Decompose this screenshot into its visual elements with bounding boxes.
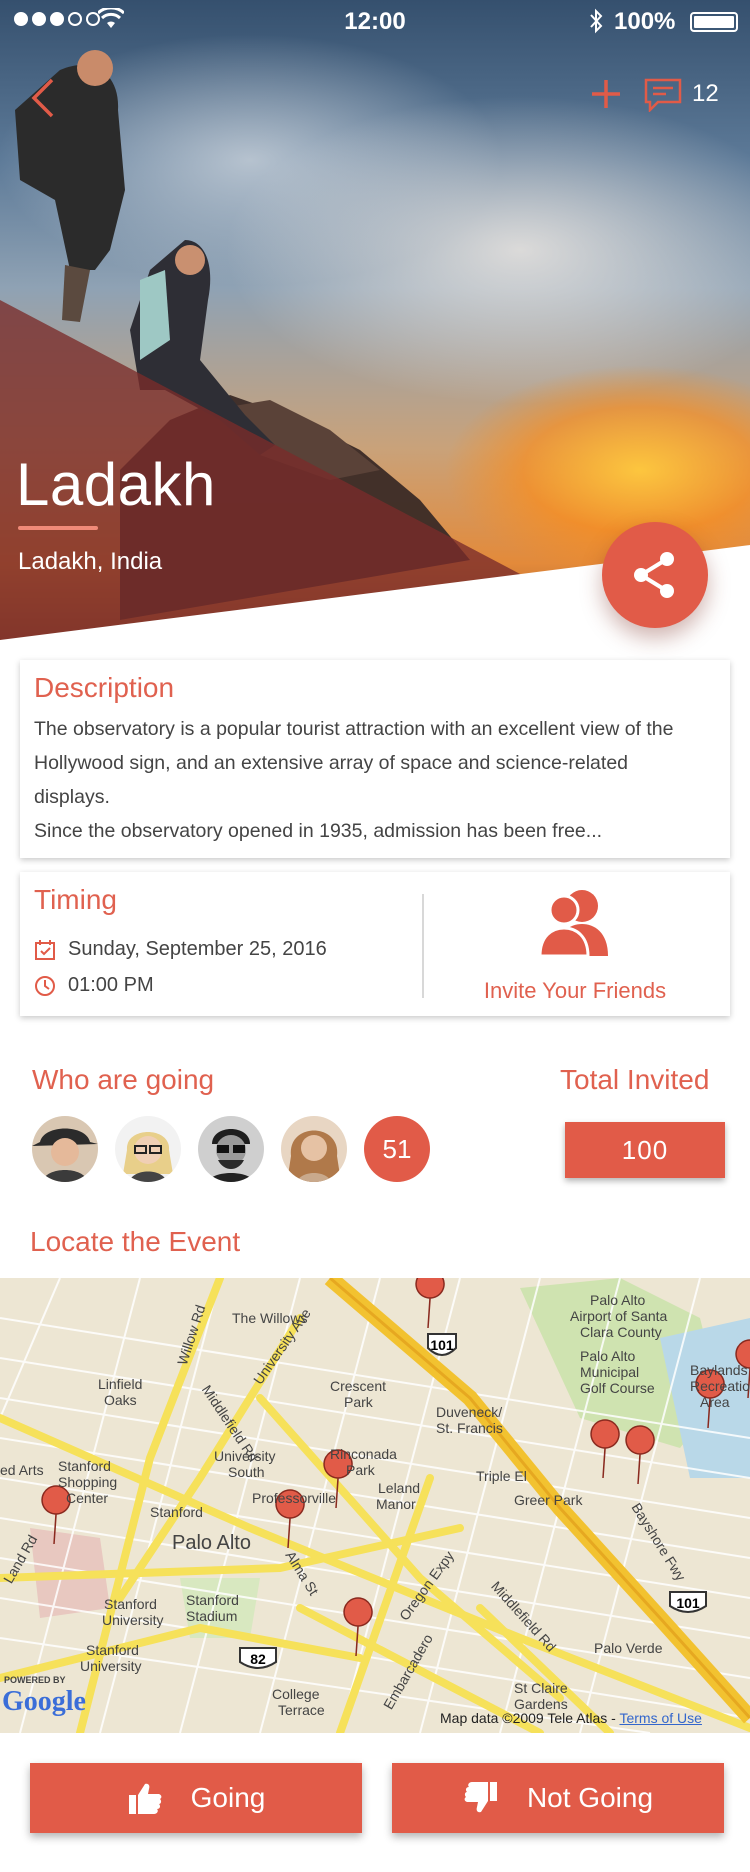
back-arrow-icon[interactable] [28,76,58,120]
divider [422,894,424,998]
thumbs-up-icon [128,1783,162,1814]
map-label: Shopping [58,1474,118,1490]
map-label: Golf Course [580,1380,655,1396]
map-credit: Map data ©2009 Tele Atlas - Terms of Use [440,1710,702,1726]
avatar[interactable] [198,1116,264,1182]
map-label: Airport of Santa [570,1308,668,1324]
event-map[interactable]: 101 82 101 Palo Alto Airport of Santa Cl… [0,1278,750,1733]
description-text: The observatory is a popular tourist att… [34,712,716,848]
clock-icon [35,975,55,996]
description-line: Hollywood sign, and an extensive array o… [34,752,629,774]
invite-friends-button[interactable]: Invite Your Friends [440,882,710,1006]
avatar[interactable] [115,1116,181,1182]
highway-shield: 101 [676,1595,700,1611]
map-label: Triple El [476,1468,527,1484]
map-label: Palo Alto [580,1348,636,1364]
description-line: The observatory is a popular tourist att… [34,718,674,740]
going-label: Going [190,1782,266,1813]
powered-by-label: POWERED BY [4,1675,66,1685]
google-logo: Google [2,1686,86,1718]
map-label: Crescent [330,1378,387,1394]
highway-shield: 82 [250,1651,266,1667]
map-label: Oaks [104,1392,137,1408]
battery-icon [690,12,738,32]
invite-friends-label: Invite Your Friends [483,978,667,1003]
map-label: Palo Alto [590,1292,646,1308]
timing-date: Sunday, September 25, 2016 [68,938,327,960]
map-label: Leland [378,1480,421,1496]
map-label: Stanford [150,1504,203,1520]
description-title: Description [34,672,175,703]
map-label: Center [66,1490,109,1506]
description-line: displays. [34,786,110,808]
going-button[interactable]: Going [30,1763,362,1833]
map-label: Terrace [278,1702,325,1718]
title-underline [18,526,98,530]
going-count-badge[interactable]: 51 [364,1116,430,1182]
not-going-button[interactable]: Not Going [392,1763,724,1833]
map-label: Area [700,1394,730,1410]
battery-percentage: 100% [614,8,676,35]
map-label: Rinconada [330,1446,397,1462]
map-label: Park [346,1462,375,1478]
status-bar: 12:00 100% [0,0,750,42]
total-invited-button[interactable]: 100 [565,1122,725,1178]
who-going-title: Who are going [32,1064,215,1095]
timing-title: Timing [34,884,117,915]
add-icon[interactable] [590,78,622,110]
group-icon [538,890,608,958]
map-credit-text: Map data ©2009 Tele Atlas - [440,1710,620,1726]
share-button[interactable] [602,522,708,628]
timing-date-row: Sunday, September 25, 2016 [34,938,327,961]
map-label: Manor [376,1496,416,1512]
map-label: Stanford [104,1596,157,1612]
map-label: Duveneck/ [436,1404,503,1420]
timing-card: Timing Sunday, September 25, 2016 01:00 … [20,872,730,1016]
map-label: University [80,1658,142,1674]
map-label: Clara County [580,1324,662,1340]
event-location: Ladakh, India [18,548,163,575]
map-label: Palo Alto [172,1532,251,1554]
calendar-icon [35,939,55,960]
google-logo-text: Google [2,1686,86,1717]
map-label: Professorville [252,1490,337,1506]
map-label: Stadium [186,1608,238,1624]
bluetooth-icon [590,8,603,34]
map-label: St. Francis [436,1420,503,1436]
total-invited-title: Total Invited [560,1064,710,1095]
map-label: Stanford [86,1642,139,1658]
map-label: Municipal [580,1364,640,1380]
avatar[interactable] [32,1116,98,1182]
locate-title: Locate the Event [30,1226,241,1257]
share-icon [634,552,674,598]
description-card: Description The observatory is a popular… [20,660,730,858]
map-label: Park [344,1394,373,1410]
highway-shield: 101 [430,1337,454,1353]
comment-count: 12 [692,80,719,107]
map-label: ed Arts [0,1462,44,1478]
map-label: Greer Park [514,1492,583,1508]
map-label: St Claire [514,1680,568,1696]
map-label: Linfield [98,1376,143,1392]
avatar[interactable] [281,1116,347,1182]
map-label: Baylands [690,1362,748,1378]
not-going-label: Not Going [526,1782,654,1813]
comment-icon[interactable] [644,78,682,112]
map-label: Recreation [690,1378,750,1394]
map-label: Stanford [58,1458,111,1474]
map-label: Palo Verde [594,1640,663,1656]
event-title: Ladakh [16,451,216,518]
description-line: Since the observatory opened in 1935, ad… [34,820,603,842]
terms-of-use-link[interactable]: Terms of Use [619,1710,701,1726]
map-label: Stanford [186,1592,239,1608]
thumbs-down-icon [464,1782,497,1813]
timing-time: 01:00 PM [68,974,154,996]
timing-time-row: 01:00 PM [34,974,154,997]
map-label: University [102,1612,164,1628]
map-label: South [228,1464,265,1480]
map-label: College [272,1686,320,1702]
